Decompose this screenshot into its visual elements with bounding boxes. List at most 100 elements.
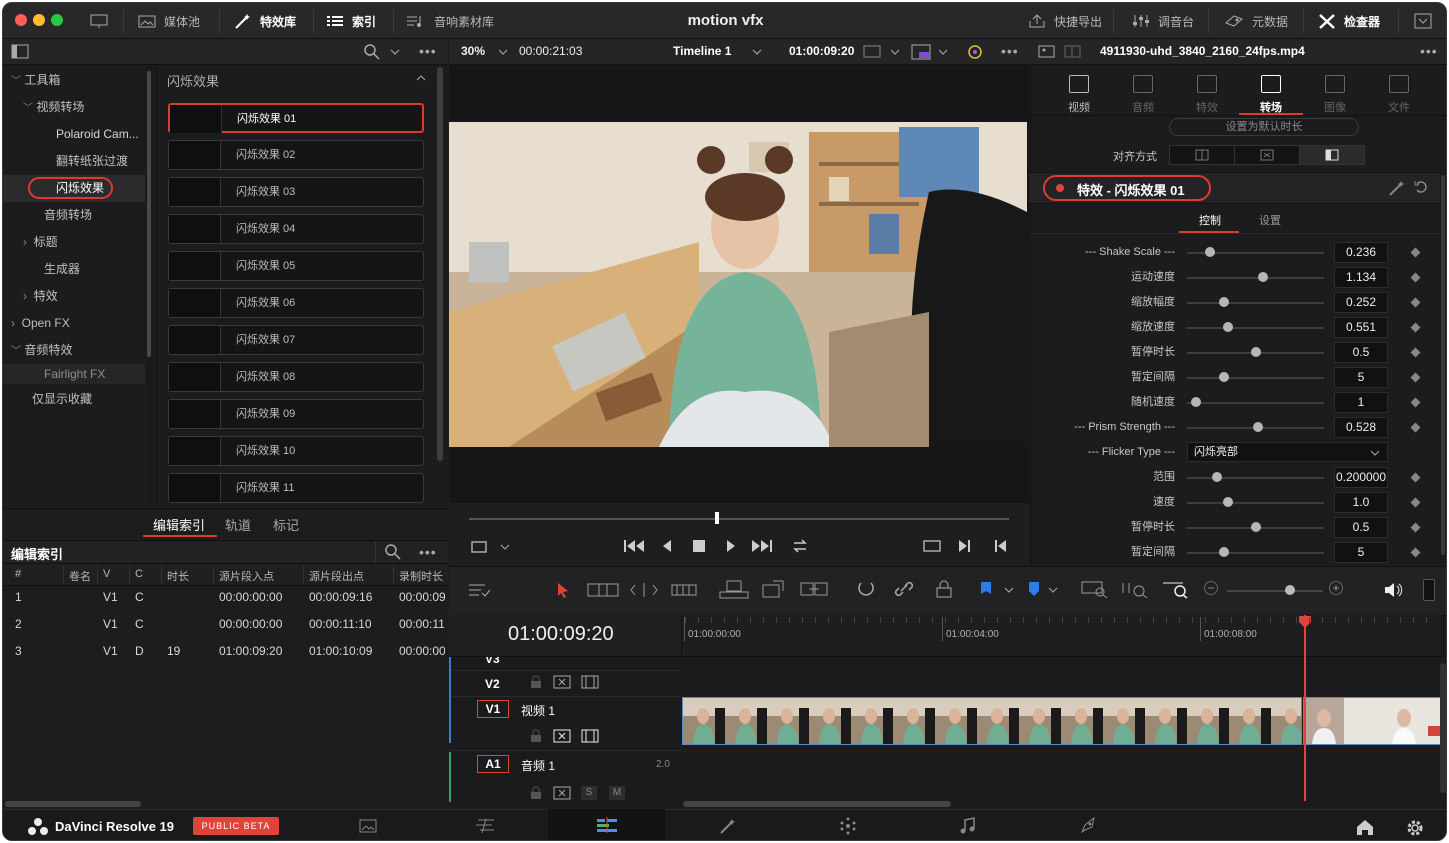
match-frame-icon[interactable]	[921, 538, 943, 554]
fx-item[interactable]: 闪烁效果 04	[168, 214, 424, 244]
zoom-level[interactable]: 30%	[461, 44, 485, 58]
column-divider[interactable]	[129, 566, 130, 584]
lock-icon[interactable]	[529, 786, 543, 800]
track-enable-icon[interactable]	[581, 729, 599, 743]
inspector-button[interactable]: 检查器	[1307, 3, 1390, 39]
param-slider-track[interactable]	[1187, 552, 1324, 554]
page-color[interactable]	[789, 809, 906, 840]
keyframe-diamond-icon[interactable]	[1410, 397, 1421, 408]
param-slider-knob[interactable]	[1218, 547, 1229, 557]
timeline-h-scrollbar[interactable]	[683, 801, 951, 807]
tab-file[interactable]: 文件	[1367, 99, 1431, 115]
keyframe-diamond-icon[interactable]	[1410, 472, 1421, 483]
chevron-down-icon[interactable]: ﹀	[11, 346, 21, 357]
chevron-right-icon[interactable]: ›	[23, 235, 27, 249]
subtab-settings[interactable]: 设置	[1259, 212, 1281, 228]
param-slider-knob[interactable]	[1190, 397, 1201, 407]
film-icon[interactable]	[1069, 75, 1089, 93]
tab-transition[interactable]: 转场	[1239, 99, 1303, 115]
column-header[interactable]: #	[15, 568, 21, 580]
keyframe-diamond-icon[interactable]	[1410, 247, 1421, 258]
param-value-field[interactable]: 0.252	[1334, 292, 1388, 313]
effects-library-button[interactable]: 特效库	[223, 3, 306, 39]
param-value-field[interactable]: 0.236	[1334, 242, 1388, 263]
track-enable-icon[interactable]	[581, 675, 599, 689]
track-a1-name[interactable]: 音频 1	[521, 757, 555, 774]
param-slider-track[interactable]	[1187, 277, 1324, 279]
keyframe-diamond-icon[interactable]	[1410, 322, 1421, 333]
set-default-duration-button[interactable]: 设置为默认时长	[1169, 118, 1359, 136]
param-value-field[interactable]: 1	[1334, 392, 1388, 413]
search-icon[interactable]	[363, 43, 381, 61]
tree-favorites-only[interactable]: 仅显示收藏	[32, 386, 92, 413]
tab-film[interactable]: 视频	[1047, 99, 1111, 115]
tree-audio-fx[interactable]: ﹀ 音频特效	[11, 337, 72, 364]
column-header[interactable]: V	[103, 568, 110, 580]
effects-icon[interactable]	[1197, 75, 1217, 93]
quick-export-button[interactable]: 快捷导出	[1017, 3, 1112, 39]
param-slider-track[interactable]	[1187, 302, 1324, 304]
column-header[interactable]: 时长	[167, 568, 189, 584]
keyframe-diamond-icon[interactable]	[1410, 272, 1421, 283]
fx-item[interactable]: 闪烁效果 06	[168, 288, 424, 318]
tree-video-transitions[interactable]: ﹀ 视频转场	[23, 94, 84, 121]
flag-icon[interactable]	[979, 581, 993, 599]
tree-titles[interactable]: › 标题	[23, 229, 58, 256]
column-divider[interactable]	[213, 566, 214, 584]
param-slider-knob[interactable]	[1253, 422, 1264, 432]
tree-generators[interactable]: 生成器	[44, 256, 80, 283]
zoom-out-button[interactable]: −	[1204, 581, 1218, 595]
param-slider-knob[interactable]	[1250, 522, 1261, 532]
mute-button[interactable]: M	[609, 786, 625, 800]
param-slider-knob[interactable]	[1218, 372, 1229, 382]
metadata-button[interactable]: 元数据	[1213, 3, 1298, 39]
fx-item[interactable]: 闪烁效果 05	[168, 251, 424, 281]
loop-icon[interactable]	[789, 537, 811, 555]
viewer-mode-icon[interactable]	[863, 45, 881, 59]
zoom-custom-icon[interactable]	[1161, 579, 1189, 599]
panel-toggle-button[interactable]	[79, 3, 119, 39]
reset-icon[interactable]	[1413, 179, 1429, 195]
marker-chevron-icon[interactable]	[1047, 585, 1059, 595]
keyframe-diamond-icon[interactable]	[1410, 372, 1421, 383]
gear-icon[interactable]	[1405, 818, 1425, 838]
lock-icon[interactable]	[529, 729, 543, 743]
keyframe-diamond-icon[interactable]	[1410, 347, 1421, 358]
flag-chevron-icon[interactable]	[1003, 585, 1015, 595]
param-slider-knob[interactable]	[1212, 472, 1223, 482]
tree-effects[interactable]: › 特效	[23, 283, 58, 310]
snapping-icon[interactable]	[855, 579, 877, 599]
tree-fairlight-fx[interactable]: Fairlight FX	[44, 363, 105, 385]
chevron-down-icon[interactable]: ﹀	[23, 103, 33, 114]
effect-enable-dot-icon[interactable]	[1056, 184, 1064, 192]
param-value-field[interactable]: 0.200000	[1334, 467, 1388, 488]
fx-item[interactable]: 闪烁效果 11	[168, 473, 424, 503]
param-value-field[interactable]: 0.5	[1334, 517, 1388, 538]
scrubber-track[interactable]	[469, 518, 1009, 520]
timeline-v-scrollbar[interactable]	[1440, 663, 1446, 793]
tree-openfx[interactable]: › Open FX	[11, 310, 70, 337]
prev-edit-icon[interactable]	[993, 538, 1009, 554]
viewer-more-icon[interactable]: •••	[1001, 43, 1019, 59]
tree-scrollbar[interactable]	[147, 71, 151, 357]
video-clip-2[interactable]	[1303, 697, 1441, 745]
tab-image[interactable]: 图像	[1303, 99, 1367, 115]
inspector-scrollbar[interactable]	[1441, 175, 1445, 555]
next-edit-icon[interactable]	[957, 538, 973, 554]
fx-item[interactable]: 闪烁效果 07	[168, 325, 424, 355]
fx-item[interactable]: 闪烁效果 03	[168, 177, 424, 207]
track-v1-id[interactable]: V1	[477, 700, 509, 718]
music-note-icon[interactable]	[1133, 75, 1153, 93]
crop-icon[interactable]	[469, 539, 489, 555]
timeline-view-options-icon[interactable]	[467, 581, 493, 599]
fx-overlay-icon[interactable]	[911, 44, 931, 60]
flicker-type-dropdown[interactable]: 闪烁亮部	[1187, 442, 1388, 462]
transition-icon[interactable]	[1261, 75, 1281, 93]
param-value-field[interactable]: 0.551	[1334, 317, 1388, 338]
solo-button[interactable]: S	[581, 786, 597, 800]
auto-select-icon[interactable]	[553, 786, 571, 800]
param-value-field[interactable]: 5	[1334, 367, 1388, 388]
position-lock-icon[interactable]	[933, 579, 955, 599]
param-slider-knob[interactable]	[1222, 497, 1233, 507]
zoom-full-icon[interactable]	[1081, 579, 1109, 599]
